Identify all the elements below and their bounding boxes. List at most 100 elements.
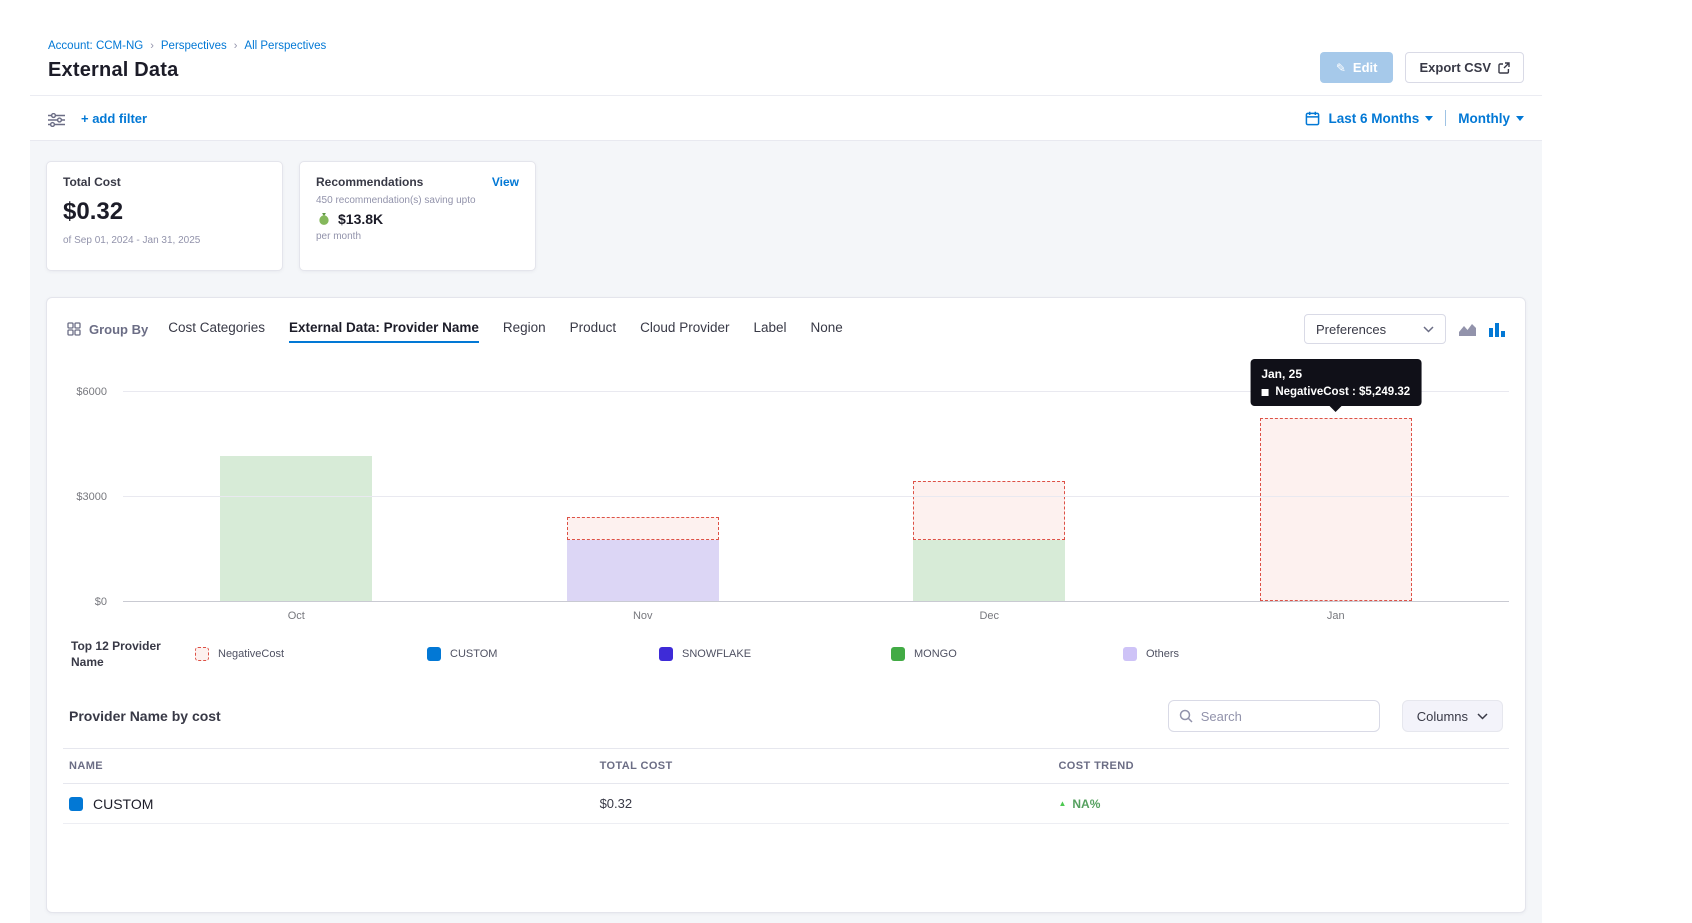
grid-icon — [67, 322, 81, 336]
legend-item-custom[interactable]: CUSTOM — [427, 647, 659, 661]
groupby-tab-cloud-provider[interactable]: Cloud Provider — [640, 316, 729, 343]
search-box[interactable] — [1168, 700, 1380, 732]
filter-bar: + add filter Last 6 Months Monthly — [30, 95, 1542, 141]
breadcrumb-link[interactable]: Perspectives — [161, 40, 227, 52]
recommendations-card: Recommendations View 450 recommendation(… — [299, 161, 536, 271]
recommendations-label: Recommendations — [316, 175, 423, 189]
legend-item-others[interactable]: Others — [1123, 647, 1355, 661]
groupby-tab-cost-categories[interactable]: Cost Categories — [168, 316, 265, 343]
preferences-dropdown[interactable]: Preferences — [1304, 314, 1446, 344]
chevron-down-icon — [1516, 116, 1524, 125]
edit-button-label: Edit — [1353, 60, 1378, 75]
bar-dec[interactable] — [913, 392, 1065, 601]
x-axis-label: Jan — [1327, 610, 1345, 622]
bar-segment-mongo[interactable] — [220, 456, 372, 601]
groupby-tab-none[interactable]: None — [811, 316, 843, 343]
groupby-tab-product[interactable]: Product — [570, 316, 617, 343]
breadcrumb-separator: › — [150, 40, 154, 52]
bar-chart-toggle-icon[interactable] — [1489, 322, 1505, 337]
recommendations-amount: $13.8K — [338, 211, 383, 227]
breadcrumb-separator: › — [234, 40, 238, 52]
breadcrumb-link[interactable]: Account: CCM-NG — [48, 40, 143, 52]
legend-label: MONGO — [914, 648, 957, 660]
recommendations-subtitle: 450 recommendation(s) saving upto — [316, 195, 519, 206]
external-link-icon — [1498, 62, 1510, 74]
preferences-label: Preferences — [1316, 322, 1386, 337]
groupby-tab-external-data-provider-name[interactable]: External Data: Provider Name — [289, 316, 479, 343]
bar-segment-negativecost[interactable] — [913, 481, 1065, 540]
table-title: Provider Name by cost — [69, 708, 221, 724]
y-axis-tick: $3000 — [76, 491, 107, 503]
bar-oct[interactable] — [220, 392, 372, 601]
legend-title: Top 12 Provider Name — [71, 638, 187, 670]
total-cost-card: Total Cost $0.32 of Sep 01, 2024 - Jan 3… — [46, 161, 283, 271]
groupby-tab-label[interactable]: Label — [753, 316, 786, 343]
table-row[interactable]: CUSTOM$0.32▲NA% — [63, 784, 1509, 824]
total-cost-value: $0.32 — [63, 198, 266, 226]
bar-jan[interactable] — [1260, 392, 1412, 601]
legend-swatch — [427, 647, 441, 661]
y-axis-tick: $0 — [95, 596, 107, 608]
area-chart-toggle-icon[interactable] — [1458, 322, 1477, 337]
bar-segment-negativecost[interactable] — [1260, 418, 1412, 601]
chevron-down-icon — [1425, 116, 1433, 125]
legend-swatch — [1123, 647, 1137, 661]
bar-segment-mongo[interactable] — [913, 540, 1065, 601]
bar-segment-negativecost[interactable] — [567, 517, 719, 540]
chart-xlabels: OctNovDecJan — [123, 602, 1509, 626]
cost-chart: $0$3000$6000 Jan, 25 NegativeCost : $5,2… — [63, 392, 1509, 626]
x-axis-label: Oct — [288, 610, 305, 622]
legend-item-negativecost[interactable]: NegativeCost — [195, 647, 427, 661]
columns-button[interactable]: Columns — [1402, 700, 1503, 732]
tooltip-entry: NegativeCost : $5,249.32 — [1275, 386, 1410, 398]
table-toolbar: Provider Name by cost Columns — [63, 700, 1509, 732]
provider-table: NAMETOTAL COSTCOST TREND CUSTOM$0.32▲NA% — [63, 748, 1509, 824]
search-icon — [1179, 709, 1193, 723]
chart-bars — [123, 392, 1509, 601]
bar-segment-others[interactable] — [567, 540, 719, 601]
bar-nov[interactable] — [567, 392, 719, 601]
chart-tooltip: Jan, 25 NegativeCost : $5,249.32 — [1250, 359, 1421, 406]
legend-label: CUSTOM — [450, 648, 497, 660]
time-controls: Last 6 Months Monthly — [1305, 110, 1524, 126]
column-header-cost-trend[interactable]: COST TREND — [1058, 760, 1503, 772]
groupby-row: Group By Cost Categories External Data: P… — [63, 314, 1509, 344]
x-axis-label: Dec — [979, 610, 999, 622]
table-header-row: NAMETOTAL COSTCOST TREND — [63, 748, 1509, 784]
search-input[interactable] — [1201, 709, 1369, 724]
table-body: CUSTOM$0.32▲NA% — [63, 784, 1509, 824]
chevron-down-icon — [1423, 326, 1434, 333]
calendar-icon — [1305, 111, 1320, 126]
total-cost-label: Total Cost — [63, 175, 266, 189]
legend-item-mongo[interactable]: MONGO — [891, 647, 1123, 661]
cell-cost-trend: ▲NA% — [1058, 797, 1503, 811]
trend-up-icon: ▲ — [1058, 799, 1066, 808]
date-range-selector[interactable]: Last 6 Months — [1328, 111, 1433, 126]
summary-cards: Total Cost $0.32 of Sep 01, 2024 - Jan 3… — [46, 161, 1526, 271]
legend-items: NegativeCost CUSTOM SNOWFLAKE MONGO Others — [195, 647, 1509, 661]
total-cost-period: of Sep 01, 2024 - Jan 31, 2025 — [63, 235, 266, 246]
legend-swatch — [891, 647, 905, 661]
provider-name: CUSTOM — [93, 796, 153, 812]
chevron-down-icon — [1477, 713, 1488, 720]
breadcrumb: Account: CCM-NG › Perspectives › All Perspec… — [48, 40, 326, 52]
money-bag-icon — [316, 212, 332, 227]
groupby-tab-region[interactable]: Region — [503, 316, 546, 343]
edit-button[interactable]: ✎ Edit — [1320, 52, 1394, 83]
groupby-label: Group By — [67, 322, 148, 337]
breadcrumb-link[interactable]: All Perspectives — [244, 40, 326, 52]
content-area: Total Cost $0.32 of Sep 01, 2024 - Jan 3… — [30, 141, 1542, 923]
filter-settings-icon[interactable] — [48, 113, 65, 127]
header-left: Account: CCM-NG › Perspectives › All Perspec… — [48, 40, 326, 82]
add-filter-button[interactable]: + add filter — [81, 111, 147, 126]
granularity-selector[interactable]: Monthly — [1458, 111, 1524, 126]
export-csv-button[interactable]: Export CSV — [1405, 52, 1524, 83]
column-header-name[interactable]: NAME — [69, 760, 600, 772]
column-header-total-cost[interactable]: TOTAL COST — [600, 760, 1059, 772]
date-range-label: Last 6 Months — [1328, 111, 1419, 126]
chart-controls: Preferences — [1304, 314, 1505, 344]
legend-item-snowflake[interactable]: SNOWFLAKE — [659, 647, 891, 661]
tooltip-series-swatch — [1261, 389, 1268, 396]
view-recommendations-link[interactable]: View — [492, 175, 519, 189]
recommendations-per: per month — [316, 231, 519, 242]
